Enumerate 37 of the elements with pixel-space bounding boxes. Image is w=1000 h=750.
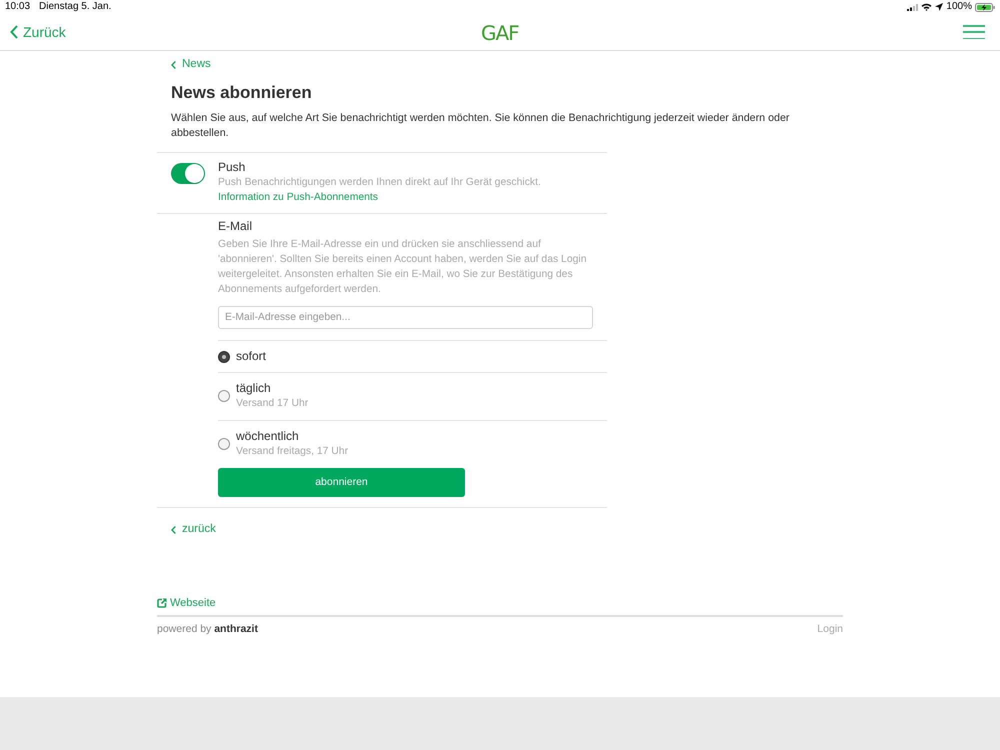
- email-input-field[interactable]: E-Mail-Adresse eingeben...: [218, 306, 593, 329]
- wifi-icon: [921, 3, 932, 11]
- website-link[interactable]: Webseite: [157, 596, 216, 610]
- push-info-link[interactable]: Information zu Push-Abonnements: [218, 190, 378, 205]
- external-link-icon: [157, 598, 167, 608]
- radio-button[interactable]: [218, 390, 230, 402]
- push-label: Push: [218, 160, 246, 175]
- option-note: Versand 17 Uhr: [236, 397, 308, 411]
- battery-charging-icon: [975, 2, 995, 12]
- page-title: News abonnieren: [171, 82, 312, 104]
- intro-text: Wählen Sie aus, auf welche Art Sie benachrichtigt werden möchten. Sie können die Benachrichtigung jederzeit wieder ändern oder abbestellen.: [171, 111, 790, 141]
- logo: GAF: [481, 22, 519, 44]
- status-time: 10:03: [5, 1, 30, 13]
- radio-button[interactable]: [218, 350, 230, 362]
- chevron-left-icon: [171, 526, 176, 534]
- chevron-left-icon: [10, 25, 18, 39]
- signal-icon: [907, 4, 918, 10]
- login-link[interactable]: Login: [817, 622, 843, 636]
- back-link[interactable]: zurück: [171, 523, 216, 537]
- email-description: Geben Sie Ihre E-Mail-Adresse ein und drücken sie anschliessend auf 'abonnieren'. Sollten Sie bereits einen Account haben, werden Sie auf das Login weitergeleitet. Ansonsten erhalten Sie ein E-Mail, wo Sie zur Bestätigung des Abonnements aufgefordert werden.: [218, 238, 588, 297]
- email-label: E-Mail: [218, 219, 252, 234]
- option-label: wöchentlich: [236, 429, 299, 444]
- menu-icon[interactable]: [963, 25, 985, 39]
- location-arrow-icon: [935, 3, 944, 11]
- toggle-switch[interactable]: [171, 163, 205, 184]
- chevron-left-icon: [171, 61, 176, 69]
- powered-by-text: powered by anthrazit: [157, 622, 258, 636]
- subscribe-button[interactable]: abonnieren: [218, 468, 465, 497]
- battery-percentage: 100%: [946, 1, 972, 13]
- radio-button[interactable]: [218, 438, 230, 450]
- option-note: Versand freitags, 17 Uhr: [236, 445, 348, 459]
- back-link[interactable]: Zurück: [10, 23, 66, 41]
- option-label: täglich: [236, 381, 271, 396]
- option-label: sofort: [236, 349, 266, 364]
- status-date: Dienstag 5. Jan.: [39, 1, 112, 13]
- push-description: Push Benachrichtigungen werden Ihnen direkt auf Ihr Gerät geschickt.: [218, 176, 541, 190]
- breadcrumb-link[interactable]: News: [171, 58, 211, 72]
